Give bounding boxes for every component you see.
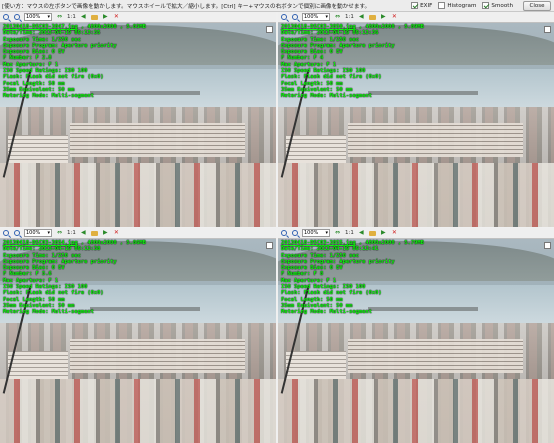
close-icon[interactable]: ✕ [113,14,120,21]
smooth-label: Smooth [491,2,513,9]
zoom-out-icon[interactable] [291,230,298,237]
exif-metering: Metering Mode: Multi-segment [3,93,94,100]
photo-apartment [286,351,346,379]
photo-apartment [348,123,523,157]
checkbox-box[interactable] [482,2,490,9]
exif-checkbox[interactable]: EXIF [411,2,432,9]
fit-icon[interactable]: ⇔ [56,230,63,237]
photo-roofs [278,379,554,443]
checkbox-box[interactable] [438,2,446,9]
chevron-down-icon: ▾ [47,14,50,20]
arrow-right-icon[interactable]: ▶ [102,14,109,21]
fit-icon[interactable]: ⇔ [56,14,63,21]
actual-size-button[interactable]: 1:1 [67,14,76,20]
exif-metering: Metering Mode: Multi-segment [3,309,94,316]
photo-apartment [8,135,68,163]
zoom-in-icon[interactable] [2,230,9,237]
file-size: 5.79MB [404,240,424,246]
arrow-right-icon[interactable]: ▶ [380,230,387,237]
actual-size-button[interactable]: 1:1 [345,230,354,236]
panel-toolbar: 100% ▾ ⇔ 1:1 ◀ ▶ ✕ [278,12,554,23]
file-size: 5.86MB [126,240,146,246]
photo-view[interactable]: 20130418-DSC03-3847.jpg , 4800x2000 , 5.… [0,23,276,227]
histogram-label: Histogram [447,2,477,9]
close-button[interactable]: Close [523,0,551,11]
photo-apartment [8,351,68,379]
zoom-in-icon[interactable] [280,14,287,21]
zoom-select[interactable]: 100% ▾ [24,13,52,21]
image-panel: 100% ▾ ⇔ 1:1 ◀ ▶ ✕ 20130418-DSC03-3855.jp… [278,228,554,443]
panel-select-checkbox[interactable] [544,242,551,249]
file-size: 5.83MB [126,24,146,30]
arrow-right-icon[interactable]: ▶ [380,14,387,21]
photo-view[interactable]: 20130418-DSC03-3850.jpg , 4800x2000 , 5.… [278,23,554,227]
arrow-left-icon[interactable]: ◀ [80,14,87,21]
folder-icon[interactable] [368,14,376,21]
smooth-checkbox[interactable]: Smooth [482,2,513,9]
zoom-out-icon[interactable] [13,230,20,237]
panel-select-checkbox[interactable] [266,242,273,249]
image-panel: 100% ▾ ⇔ 1:1 ◀ ▶ ✕ 20130418-DSC03-3850.jp… [278,12,554,227]
histogram-checkbox[interactable]: Histogram [438,2,476,9]
checkbox-box[interactable] [411,2,419,9]
arrow-left-icon[interactable]: ◀ [358,14,365,21]
panel-select-checkbox[interactable] [266,26,273,33]
photo-roofs [278,163,554,227]
zoom-out-icon[interactable] [13,14,20,21]
fit-icon[interactable]: ⇔ [334,14,341,21]
panel-toolbar: 100% ▾ ⇔ 1:1 ◀ ▶ ✕ [278,228,554,239]
folder-icon[interactable] [90,14,98,21]
arrow-right-icon[interactable]: ▶ [102,230,109,237]
photo-apartment [70,339,245,373]
chevron-down-icon: ▾ [325,14,328,20]
exif-overlay: 20130418-DSC03-3847.jpg , 4800x2000 , 5.… [3,24,146,100]
photo-apartment [286,135,346,163]
photo-view[interactable]: 20130418-DSC03-3854.jpg , 4800x2000 , 5.… [0,239,276,443]
close-icon[interactable]: ✕ [391,14,398,21]
zoom-select[interactable]: 100% ▾ [24,229,52,237]
photo-view[interactable]: 20130418-DSC03-3855.jpg , 4800x2000 , 5.… [278,239,554,443]
exif-overlay: 20130418-DSC03-3855.jpg , 4800x2000 , 5.… [281,240,424,316]
zoom-select[interactable]: 100% ▾ [302,229,330,237]
image-panel: 100% ▾ ⇔ 1:1 ◀ ▶ ✕ 20130418-DSC03-3854.jp… [0,228,276,443]
zoom-in-icon[interactable] [2,14,9,21]
zoom-in-icon[interactable] [280,230,287,237]
photo-apartment [348,339,523,373]
usage-hint: [使い方：マウスの左ボタンで画像を動かします。マウスホイールで拡大／縮小します。… [2,3,371,10]
zoom-out-icon[interactable] [291,14,298,21]
actual-size-button[interactable]: 1:1 [67,230,76,236]
file-size: 5.89MB [404,24,424,30]
close-icon[interactable]: ✕ [113,230,120,237]
chevron-down-icon: ▾ [325,230,328,236]
arrow-left-icon[interactable]: ◀ [358,230,365,237]
zoom-value: 100% [304,230,319,236]
zoom-value: 100% [304,14,319,20]
close-icon[interactable]: ✕ [391,230,398,237]
exif-metering: Metering Mode: Multi-segment [281,309,372,316]
exif-label: EXIF [420,2,433,9]
arrow-left-icon[interactable]: ◀ [80,230,87,237]
panel-toolbar: 100% ▾ ⇔ 1:1 ◀ ▶ ✕ [0,228,276,239]
photo-apartment [70,123,245,157]
actual-size-button[interactable]: 1:1 [345,14,354,20]
zoom-value: 100% [26,230,41,236]
photo-roofs [0,163,276,227]
fit-icon[interactable]: ⇔ [334,230,341,237]
top-bar: [使い方：マウスの左ボタンで画像を動かします。マウスホイールで拡大／縮小します。… [0,0,554,12]
exif-metering: Metering Mode: Multi-segment [281,93,372,100]
panel-toolbar: 100% ▾ ⇔ 1:1 ◀ ▶ ✕ [0,12,276,23]
zoom-value: 100% [26,14,41,20]
folder-icon[interactable] [368,230,376,237]
chevron-down-icon: ▾ [47,230,50,236]
exif-overlay: 20130418-DSC03-3850.jpg , 4800x2000 , 5.… [281,24,424,100]
photo-roofs [0,379,276,443]
panel-select-checkbox[interactable] [544,26,551,33]
folder-icon[interactable] [90,230,98,237]
image-panel: 100% ▾ ⇔ 1:1 ◀ ▶ ✕ 20130418-DSC03-3847.jp… [0,12,276,227]
exif-overlay: 20130418-DSC03-3854.jpg , 4800x2000 , 5.… [3,240,146,316]
zoom-select[interactable]: 100% ▾ [302,13,330,21]
